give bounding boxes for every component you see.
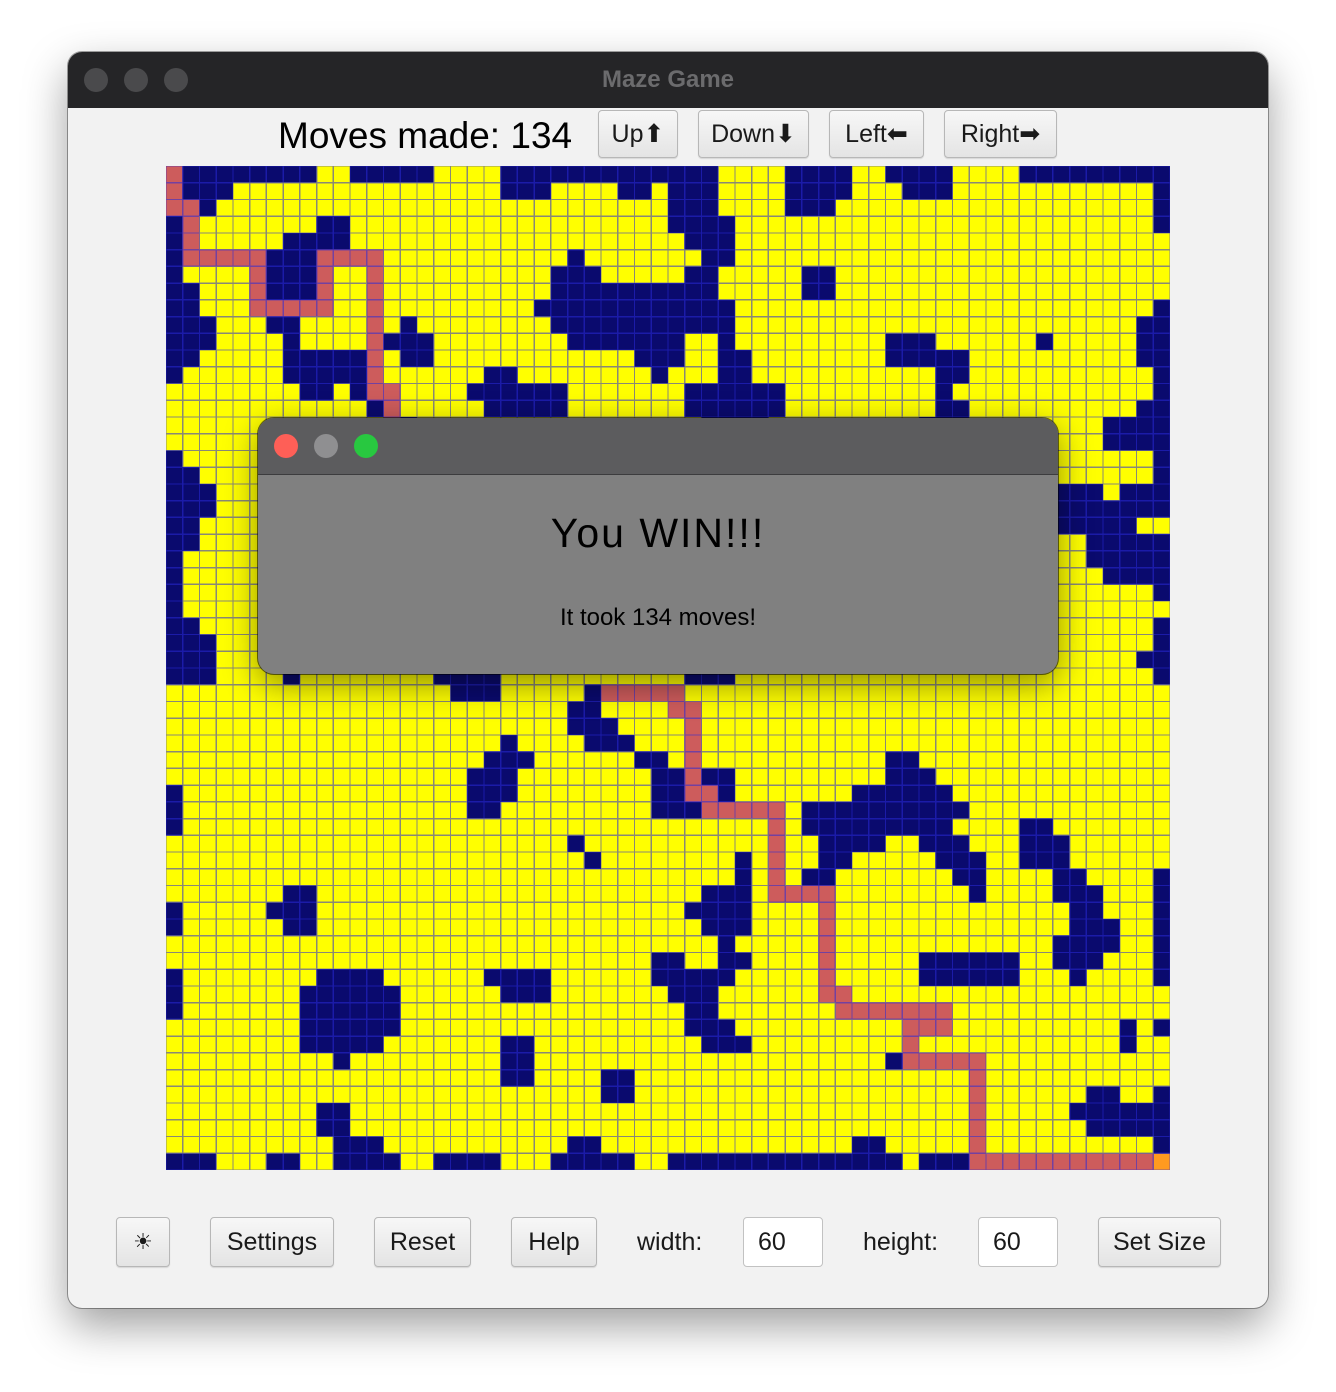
sun-icon: ☀ [133,1229,153,1254]
win-detail: It took 134 moves! [559,604,757,631]
win-dialog: You WIN!!! It took 134 moves! [258,418,1058,674]
dialog-title-bar [258,418,1058,475]
title-bar: Maze Game [68,52,1268,108]
left-button[interactable]: Left⬅ [829,110,924,158]
settings-button[interactable]: Settings [210,1217,334,1267]
right-button[interactable]: Right➡ [944,110,1057,158]
down-button[interactable]: Down⬇ [698,110,809,158]
maze-game-window: Maze Game Moves made: 134 Up⬆ Down⬇ Left… [68,52,1268,1308]
moves-counter: Moves made: 134 [278,115,573,156]
height-label: height: [863,1228,939,1256]
width-label: width: [637,1228,703,1256]
dialog-zoom-button[interactable] [354,434,378,458]
up-button[interactable]: Up⬆ [598,110,678,158]
set-size-button[interactable]: Set Size [1098,1217,1221,1267]
win-message: You WIN!!! [550,510,766,556]
help-button[interactable]: Help [511,1217,597,1267]
theme-toggle-button[interactable]: ☀ [116,1217,170,1267]
reset-button[interactable]: Reset [374,1217,471,1267]
height-input[interactable] [978,1217,1058,1267]
width-input[interactable] [743,1217,823,1267]
window-title: Maze Game [601,66,735,93]
dialog-close-button[interactable] [274,434,298,458]
dialog-minimize-button[interactable] [314,434,338,458]
maze-exit-cell [1153,1153,1170,1170]
